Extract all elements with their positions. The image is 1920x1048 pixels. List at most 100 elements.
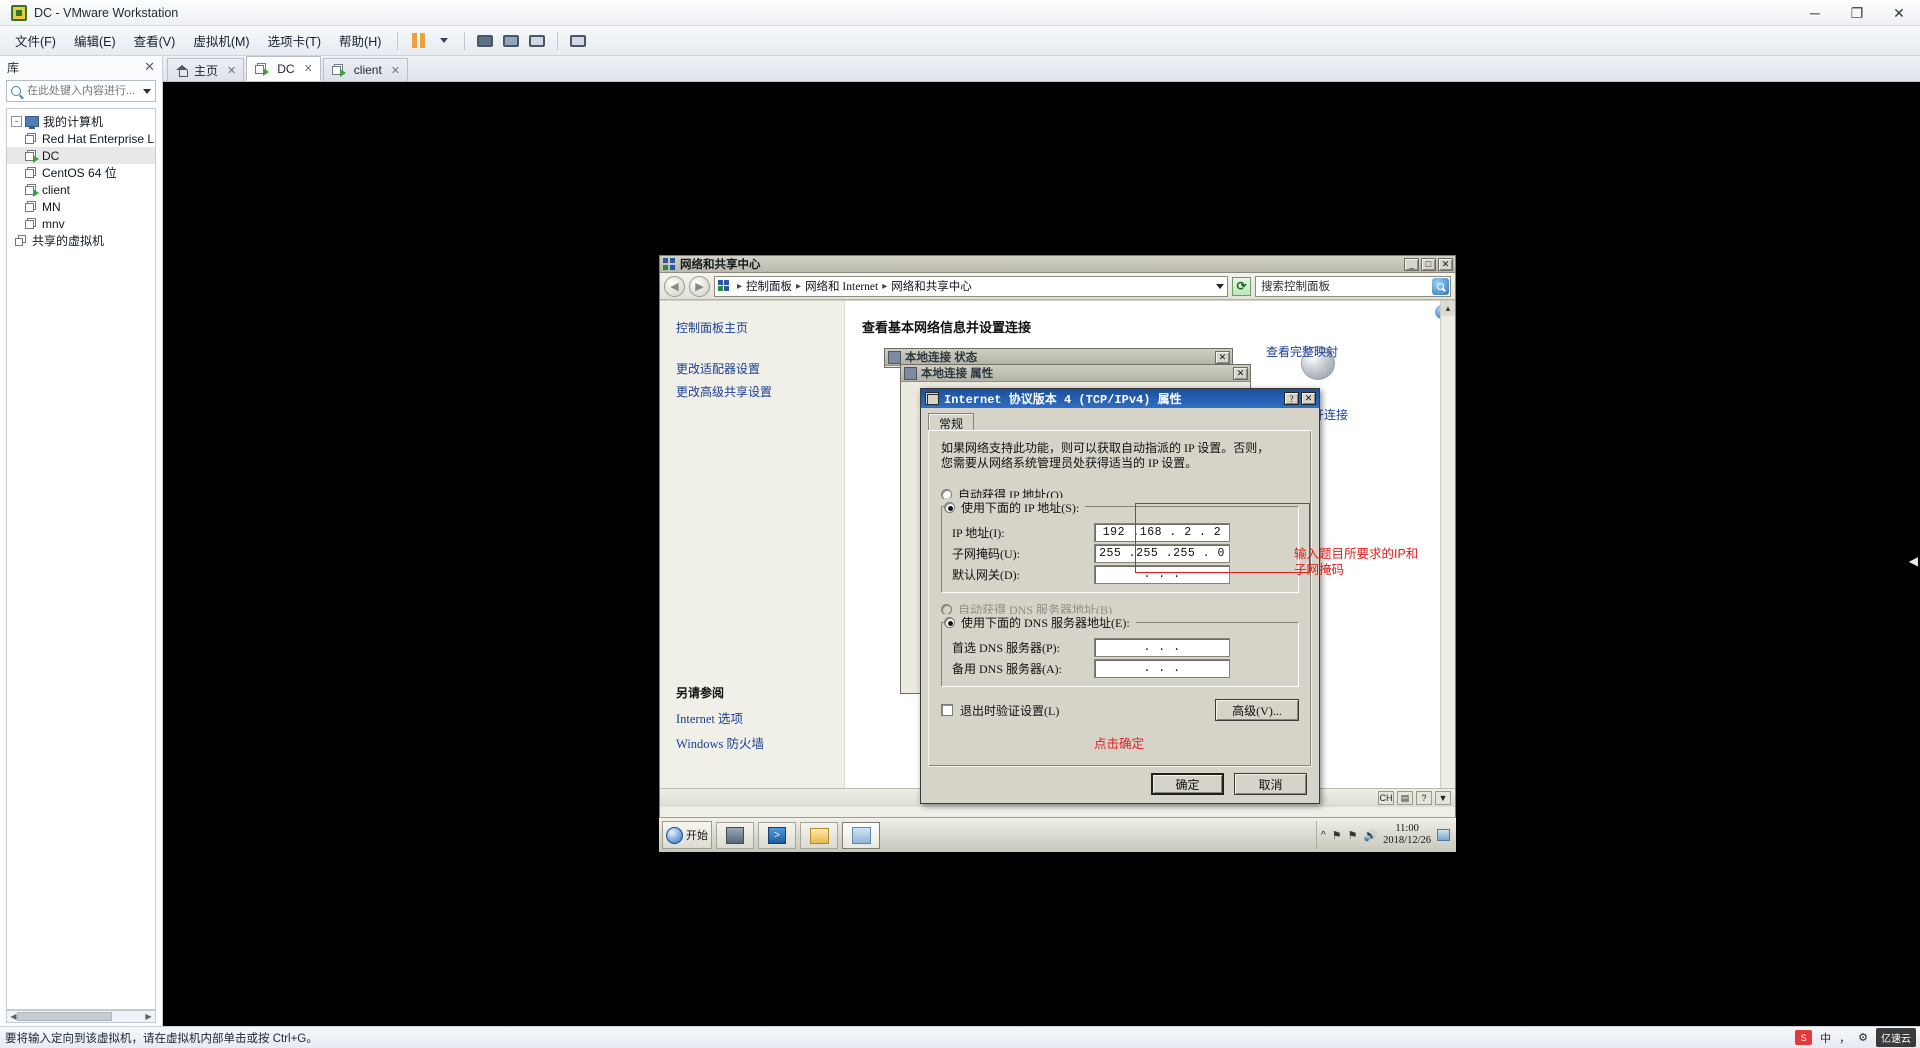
maximize-button[interactable]: ❐ <box>1836 0 1878 26</box>
chevron-down-icon[interactable] <box>1216 283 1224 289</box>
power-dropdown-button[interactable] <box>431 30 457 52</box>
menu-vm[interactable]: 虚拟机(M) <box>184 27 258 54</box>
breadcrumb-item-ncs[interactable]: 网络和共享中心 <box>891 278 972 294</box>
radio-use-following-ip[interactable]: 使用下面的 IP 地址(S): <box>944 498 1086 516</box>
library-search-box[interactable] <box>6 80 156 102</box>
link-change-advanced-sharing[interactable]: 更改高级共享设置 <box>676 383 844 400</box>
menu-tabs[interactable]: 选项卡(T) <box>259 27 330 54</box>
scroll-up-arrow-icon[interactable]: ▲ <box>1441 301 1455 316</box>
tab-close-icon[interactable]: ✕ <box>304 62 313 75</box>
taskbar-item-explorer[interactable] <box>800 822 838 849</box>
refresh-button[interactable]: ⟳ <box>1232 276 1251 296</box>
library-search-input[interactable] <box>25 84 143 98</box>
tab-close-icon[interactable]: ✕ <box>391 64 400 77</box>
back-button[interactable]: ◀ <box>664 275 685 297</box>
scrollbar-thumb[interactable] <box>17 1012 112 1021</box>
tree-item-rhel[interactable]: Red Hat Enterprise L <box>7 130 155 147</box>
ncs-maximize-button[interactable]: □ <box>1421 257 1436 271</box>
action-center-icon[interactable]: ⚑ <box>1348 829 1358 842</box>
window-controls: ─ ❐ ✕ <box>1794 0 1920 26</box>
ncs-search-box[interactable]: 搜索控制面板 <box>1255 275 1451 297</box>
menu-edit[interactable]: 编辑(E) <box>65 27 125 54</box>
volume-muted-icon[interactable]: 🔊 <box>1363 829 1377 842</box>
console-view-icon <box>529 34 546 47</box>
status-button-help[interactable]: ? <box>1416 791 1432 805</box>
ncs-window-controls: _ □ ✕ <box>1404 257 1453 271</box>
menu-help[interactable]: 帮助(H) <box>330 27 390 54</box>
cancel-button[interactable]: 取消 <box>1234 773 1307 795</box>
taskbar-item-server-manager[interactable] <box>716 822 754 849</box>
library-close-icon[interactable]: ✕ <box>144 59 155 75</box>
ipv4-help-button[interactable]: ? <box>1284 392 1299 405</box>
breadcrumb-item-network-internet[interactable]: 网络和 Internet <box>805 278 878 294</box>
ncs-minimize-button[interactable]: _ <box>1404 257 1419 271</box>
lac-properties-close-button[interactable]: ✕ <box>1233 366 1248 380</box>
show-hidden-icons-button[interactable]: ^ <box>1321 830 1326 841</box>
taskbar-item-powershell[interactable]: > <box>758 822 796 849</box>
pause-button[interactable] <box>405 30 431 52</box>
minimize-button[interactable]: ─ <box>1794 0 1836 26</box>
search-button[interactable] <box>1432 277 1449 295</box>
expander-icon[interactable]: - <box>11 116 22 127</box>
ime-punct-label[interactable]: ， <box>1839 1030 1850 1046</box>
breadcrumb[interactable]: ▸ 控制面板 ▸ 网络和 Internet ▸ 网络和共享中心 <box>714 275 1228 297</box>
tab-label: DC <box>277 61 295 76</box>
tree-item-dc[interactable]: DC <box>7 147 155 164</box>
tree-label: mnv <box>42 216 65 231</box>
ipv4-close-button[interactable]: ✕ <box>1301 392 1316 405</box>
library-tree[interactable]: - 我的计算机 Red Hat Enterprise L DC CentOS 6… <box>6 108 156 1010</box>
checkbox-validate-on-exit[interactable]: 退出时验证设置(L) <box>941 702 1059 719</box>
unity-button[interactable] <box>498 30 524 52</box>
tree-item-mn[interactable]: MN <box>7 198 155 215</box>
tree-item-my-computer[interactable]: - 我的计算机 <box>7 113 155 130</box>
tree-item-client[interactable]: client <box>7 181 155 198</box>
flag-icon[interactable]: ⚑ <box>1332 829 1342 842</box>
shared-vm-icon <box>15 234 28 247</box>
tree-item-shared-vms[interactable]: 共享的虚拟机 <box>7 232 155 249</box>
link-control-panel-home[interactable]: 控制面板主页 <box>676 319 844 336</box>
tab-home[interactable]: 主页 ✕ <box>167 58 245 81</box>
show-desktop-icon[interactable] <box>1437 829 1450 841</box>
tab-client[interactable]: client ✕ <box>322 58 409 81</box>
ncs-close-button[interactable]: ✕ <box>1438 257 1453 271</box>
status-text: 要将输入定向到该虚拟机，请在虚拟机内部单击或按 Ctrl+G。 <box>5 1032 318 1045</box>
status-button-2[interactable]: ▤ <box>1397 791 1413 805</box>
tree-label: 我的计算机 <box>43 115 104 129</box>
menu-file[interactable]: 文件(F) <box>6 27 65 54</box>
library-toggle-button[interactable] <box>565 30 591 52</box>
input-preferred-dns[interactable]: . . . <box>1094 638 1230 657</box>
tab-dc[interactable]: DC ✕ <box>246 56 321 81</box>
breadcrumb-item-control-panel[interactable]: 控制面板 <box>746 278 792 294</box>
advanced-button[interactable]: 高级(V)... <box>1215 699 1299 721</box>
ime-logo-icon[interactable]: S <box>1795 1030 1813 1045</box>
taskbar-item-control-panel[interactable] <box>842 822 880 849</box>
close-button[interactable]: ✕ <box>1878 0 1920 26</box>
tab-close-icon[interactable]: ✕ <box>227 64 236 77</box>
scroll-right-arrow-icon[interactable]: ▶ <box>142 1012 155 1021</box>
radio-use-following-dns[interactable]: 使用下面的 DNS 服务器地址(E): <box>944 613 1136 632</box>
lac-status-close-button[interactable]: ✕ <box>1215 350 1230 364</box>
input-alternate-dns[interactable]: . . . <box>1094 659 1230 678</box>
link-windows-firewall[interactable]: Windows 防火墙 <box>676 733 764 752</box>
link-view-full-map[interactable]: 查看完整映射 <box>1266 343 1338 360</box>
ime-lang-label[interactable]: 中 <box>1820 1030 1831 1046</box>
ok-button[interactable]: 确定 <box>1151 773 1224 795</box>
tree-item-centos[interactable]: CentOS 64 位 <box>7 164 155 181</box>
status-button-more[interactable]: ▼ <box>1435 791 1451 805</box>
tree-item-mnv[interactable]: mnv <box>7 215 155 232</box>
status-button-1[interactable]: CH <box>1378 791 1394 805</box>
link-change-adapter-settings[interactable]: 更改适配器设置 <box>676 360 844 377</box>
menu-view[interactable]: 查看(V) <box>125 27 185 54</box>
link-internet-options[interactable]: Internet 选项 <box>676 708 764 727</box>
tab-label: client <box>353 63 382 77</box>
start-button[interactable]: 开始 <box>662 821 712 849</box>
ime-settings-icon[interactable]: ⚙ <box>1858 1031 1868 1044</box>
console-view-button[interactable] <box>524 30 550 52</box>
fullscreen-button[interactable] <box>472 30 498 52</box>
taskbar-clock[interactable]: 11:00 2018/12/26 <box>1383 823 1431 847</box>
chevron-down-icon[interactable] <box>143 88 151 94</box>
forward-button[interactable]: ▶ <box>689 275 710 297</box>
guest-taskbar: 开始 > ^ ⚑ ⚑ 🔊 11:00 2018/12/26 <box>659 817 1456 852</box>
protocol-icon <box>925 392 939 405</box>
library-horizontal-scrollbar[interactable]: ◀ ▶ <box>6 1010 156 1023</box>
